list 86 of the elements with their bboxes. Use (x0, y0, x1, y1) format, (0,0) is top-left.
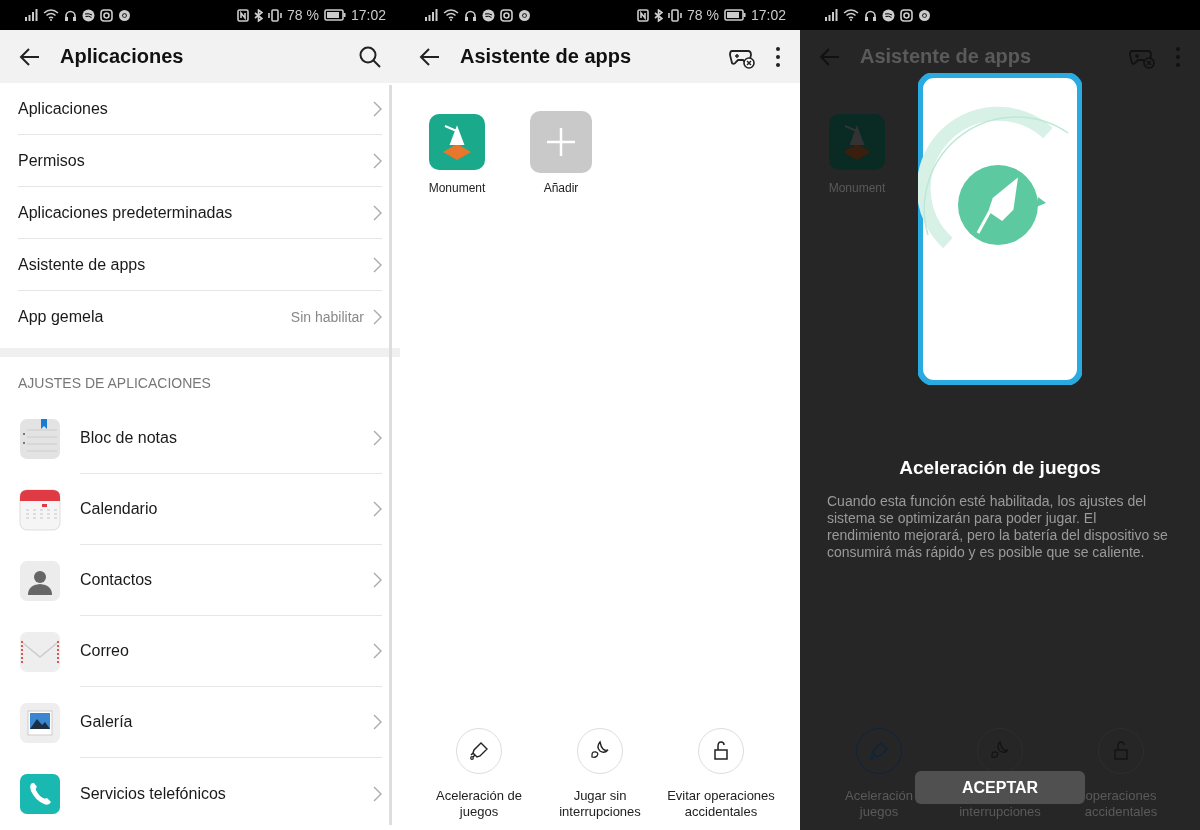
chevron-icon (372, 572, 382, 588)
feature-label: Evitar operaciones accidentales (666, 788, 776, 820)
app-list-item[interactable]: Galería (0, 687, 400, 758)
scrollbar[interactable] (389, 85, 392, 825)
vibrate-icon (268, 8, 283, 22)
menu-label: Aplicaciones (18, 99, 109, 118)
menu-label: Permisos (18, 151, 86, 170)
dialog-text: Cuando esta función esté habilitada, los ajustes del sistema se optimizarán para poder jugar. El rendimiento mejorará, pero la batería del dispositivo se consumirá más rápido y es posible que se caliente. (827, 493, 1169, 561)
chevron-icon (372, 643, 382, 659)
battery-icon (723, 9, 746, 21)
screen-title: Asistente de apps (460, 45, 633, 68)
app-list-item[interactable]: Contactos (0, 545, 400, 616)
accept-button[interactable]: ACEPTAR (915, 771, 1085, 804)
app-list-item[interactable]: Calendario (0, 474, 400, 545)
search-icon[interactable] (358, 44, 382, 69)
camera-app-icon (100, 8, 113, 22)
bluetooth-icon (254, 8, 264, 22)
chevron-icon (372, 785, 382, 802)
contact-icon (19, 559, 61, 602)
headphones-icon (64, 8, 77, 22)
menu-item[interactable]: App gemela Sin habilitar (18, 291, 382, 342)
menu-label: Aplicaciones predeterminadas (18, 203, 234, 222)
chevron-icon (372, 100, 382, 117)
wifi-icon (443, 9, 459, 21)
app-list-item[interactable]: Servicios telefónicos (0, 758, 400, 829)
app-label: Añadir (543, 181, 579, 195)
menu-item[interactable]: Permisos (18, 135, 382, 187)
nfc-icon (637, 8, 650, 22)
menu-label: Asistente de apps (18, 255, 147, 274)
add-icon[interactable] (530, 111, 592, 173)
app-label: Monument (428, 181, 486, 195)
browser-icon (118, 8, 131, 22)
menu-label: App gemela (18, 307, 105, 326)
nfc-icon (237, 8, 250, 22)
browser-icon (518, 8, 531, 22)
wifi-icon (43, 9, 59, 21)
vibrate-icon (668, 8, 683, 22)
menu-item[interactable]: Asistente de apps (18, 239, 382, 291)
music-app-icon (482, 8, 495, 22)
chevron-icon (372, 501, 382, 517)
more-icon[interactable] (774, 44, 782, 69)
clock-time: 17:02 (750, 7, 786, 23)
bluetooth-icon (654, 8, 664, 22)
app-name: Galería (80, 713, 134, 731)
app-name: Servicios telefónicos (80, 784, 227, 803)
dialog-title: Aceleración de juegos (899, 457, 1101, 479)
signal-icon (824, 9, 838, 21)
feature-label: Jugar sin interrupciones (558, 788, 642, 820)
app-name: Contactos (80, 571, 154, 589)
feature-label: Aceleración de juegos (435, 788, 523, 820)
app-name: Bloc de notas (80, 429, 178, 447)
calendar-icon (19, 488, 61, 531)
clock-time: 17:02 (350, 7, 386, 23)
browser-icon (918, 8, 931, 22)
music-app-icon (882, 8, 895, 22)
phone-icon (19, 772, 61, 815)
menu-item[interactable]: Aplicaciones predeterminadas (18, 187, 382, 239)
chevron-icon (372, 152, 382, 169)
battery-percentage: 78 % (287, 7, 319, 23)
chevron-icon (372, 256, 382, 273)
chevron-icon (372, 714, 382, 730)
app-list-item[interactable]: Bloc de notas (0, 403, 400, 474)
camera-app-icon (900, 8, 913, 22)
music-app-icon (82, 8, 95, 22)
app-icon[interactable] (429, 114, 485, 170)
screen-title: Aplicaciones (60, 45, 185, 68)
headphones-icon (464, 8, 477, 22)
menu-value: Sin habilitar (290, 308, 364, 325)
wifi-icon (843, 9, 859, 21)
signal-icon (24, 9, 38, 21)
notepad-icon (19, 417, 61, 460)
battery-percentage: 78 % (687, 7, 719, 23)
chevron-icon (372, 308, 382, 325)
headphones-icon (864, 8, 877, 22)
chevron-icon (372, 430, 382, 446)
gallery-icon (19, 701, 61, 744)
chevron-icon (372, 204, 382, 221)
menu-item[interactable]: Aplicaciones (18, 83, 382, 135)
camera-app-icon (500, 8, 513, 22)
signal-icon (424, 9, 438, 21)
app-name: Calendario (80, 500, 159, 518)
section-header: AJUSTES DE APLICACIONES (17, 374, 212, 393)
app-name: Correo (80, 642, 130, 660)
app-list-item[interactable]: Correo (0, 616, 400, 687)
battery-icon (323, 9, 346, 21)
mail-icon (19, 630, 61, 673)
